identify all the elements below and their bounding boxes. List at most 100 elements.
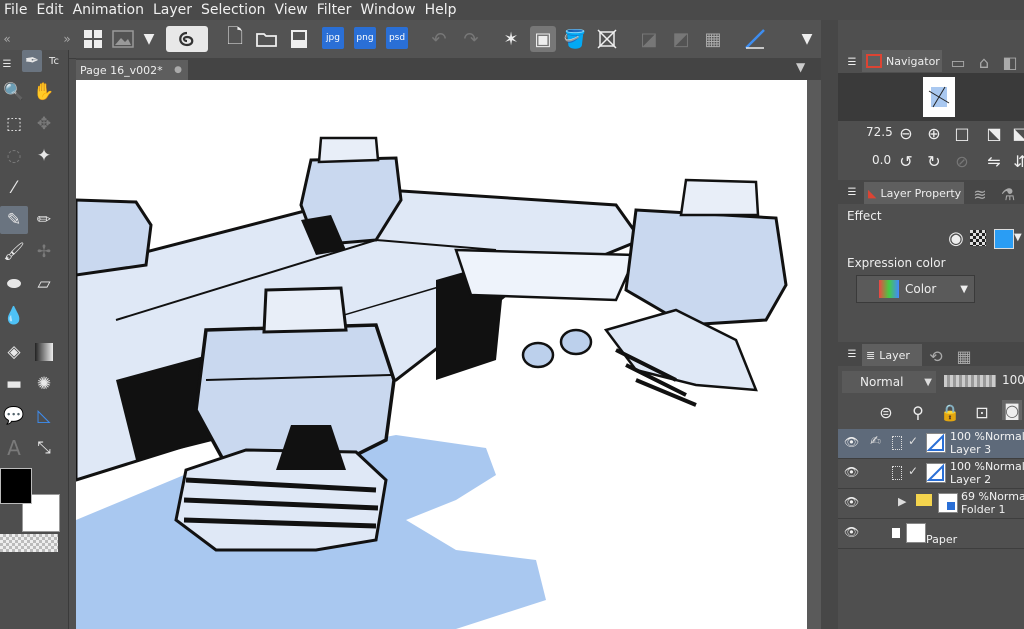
zoom-tool-icon[interactable]: 🔍: [0, 78, 28, 106]
menu-edit[interactable]: Edit: [32, 2, 68, 18]
gradient-tool-icon[interactable]: [30, 338, 58, 366]
reference-layer-icon[interactable]: ⚲: [908, 402, 928, 422]
main-color-swatch[interactable]: [0, 468, 32, 504]
layer-row-folder-1[interactable]: 👁 ▶ 69 %Normal Folder 1: [838, 489, 1024, 519]
visibility-eye-icon[interactable]: 👁: [844, 465, 859, 479]
document-tab[interactable]: Page 16_v002* ●: [76, 60, 188, 80]
export-psd-icon[interactable]: psd: [386, 27, 408, 49]
visibility-eye-icon[interactable]: 👁: [844, 525, 859, 539]
magic-wand-tool-icon[interactable]: ✦: [30, 142, 58, 170]
tab-layer[interactable]: ≣ Layer: [862, 344, 922, 366]
clip-studio-logo-icon[interactable]: [166, 26, 208, 52]
canvas-artwork[interactable]: [76, 80, 807, 629]
menu-filter[interactable]: Filter: [313, 2, 357, 18]
menu-help[interactable]: Help: [421, 2, 462, 18]
bucket-fill-icon[interactable]: 🪣: [562, 26, 588, 52]
tab-menu-icon[interactable]: ▼: [796, 60, 805, 74]
check-icon[interactable]: ✓: [908, 464, 918, 478]
export-jpg-icon[interactable]: jpg: [322, 27, 344, 49]
menu-animation[interactable]: Animation: [69, 2, 149, 18]
pen-tab-icon[interactable]: ✒: [22, 50, 42, 72]
menu-view[interactable]: View: [271, 2, 313, 18]
opacity-slider[interactable]: [944, 375, 996, 387]
fit-width-icon[interactable]: ⬔: [984, 123, 1004, 143]
tone-effect-icon[interactable]: [970, 230, 986, 246]
decoration-tool-icon[interactable]: ✢: [30, 238, 58, 266]
zoom-in-icon[interactable]: ⊕: [924, 123, 944, 143]
flip-vertical-icon[interactable]: ⇵: [1010, 151, 1024, 171]
fill-selection-icon[interactable]: ▣: [530, 26, 556, 52]
navigator-preview[interactable]: [838, 73, 1024, 121]
grid-view-icon[interactable]: [80, 26, 106, 52]
frame-border-tool-icon[interactable]: ✺: [30, 370, 58, 398]
menu-layer[interactable]: Layer: [149, 2, 197, 18]
eraser-tool-icon[interactable]: ▱: [30, 270, 58, 298]
export-png-icon[interactable]: png: [354, 27, 376, 49]
layer-color-effect-icon[interactable]: [994, 229, 1014, 249]
clip-to-layer-below-icon[interactable]: ⊜: [876, 402, 896, 422]
undo-icon[interactable]: ↶: [426, 26, 452, 52]
dropdown-arrow-icon[interactable]: ▼: [136, 26, 162, 52]
transform-icon[interactable]: [594, 26, 620, 52]
open-folder-icon[interactable]: [254, 26, 280, 52]
rotation-value[interactable]: 0.0: [872, 153, 891, 167]
lock-transparency-icon[interactable]: ⊡: [972, 402, 992, 422]
pen-tool-icon[interactable]: ✎: [0, 206, 28, 234]
transparent-color-swatch[interactable]: [0, 534, 58, 552]
rotate-right-icon[interactable]: ↻: [924, 151, 944, 171]
airbrush-tool-icon[interactable]: ⬬: [0, 270, 28, 298]
expand-folder-icon[interactable]: ▶: [898, 495, 906, 508]
tab-navigator[interactable]: Navigator: [862, 50, 942, 72]
actual-size-icon[interactable]: ⬕: [1010, 123, 1024, 143]
layer-row-layer-3[interactable]: 👁 ✍ ✓ 100 %Normal Layer 3: [838, 429, 1024, 459]
selection-border-icon[interactable]: ▦: [700, 26, 726, 52]
lock-layer-icon[interactable]: 🔒: [940, 402, 960, 422]
check-icon[interactable]: ✓: [908, 434, 918, 448]
new-file-icon[interactable]: 🗋: [222, 24, 248, 52]
ruler-tool-icon[interactable]: ◺: [30, 402, 58, 430]
image-icon[interactable]: [110, 26, 136, 52]
visibility-eye-icon[interactable]: 👁: [844, 435, 859, 449]
layer-search-tab-icon[interactable]: ▦: [954, 346, 974, 366]
rotate-left-icon[interactable]: ↺: [896, 151, 916, 171]
redo-icon[interactable]: ↷: [458, 26, 484, 52]
panel-divider[interactable]: [821, 20, 838, 629]
flip-horizontal-icon[interactable]: ⇋: [984, 151, 1004, 171]
menu-selection[interactable]: Selection: [197, 2, 271, 18]
tab-layer-property[interactable]: ◣ Layer Property: [864, 182, 964, 204]
info-tab-icon[interactable]: ◧: [1000, 52, 1020, 72]
correct-line-tool-icon[interactable]: ⤡: [30, 434, 58, 462]
eyedropper-tool-icon[interactable]: ⁄: [0, 174, 28, 202]
brush-tool-icon[interactable]: 🖌: [0, 238, 28, 266]
zoom-out-icon[interactable]: ⊖: [896, 123, 916, 143]
move-layer-tool-icon[interactable]: ✥: [30, 110, 58, 138]
zoom-value[interactable]: 72.5: [866, 125, 893, 139]
hand-tool-icon[interactable]: ✋: [30, 78, 58, 106]
save-icon[interactable]: [286, 26, 312, 52]
text-tool-icon[interactable]: A: [0, 434, 28, 462]
toolbar-menu-icon[interactable]: ▼: [794, 26, 820, 52]
pencil-tool-icon[interactable]: ✏: [30, 206, 58, 234]
layer-panel-menu-icon[interactable]: ☰: [842, 344, 862, 364]
reset-rotation-icon[interactable]: ⊘: [952, 151, 972, 171]
tone-property-tab-icon[interactable]: ≋: [970, 184, 990, 204]
draft-marker-icon[interactable]: [892, 436, 902, 450]
effect-dropdown-icon[interactable]: ▼: [1014, 232, 1022, 243]
ruler-snap-icon[interactable]: [742, 26, 768, 52]
animation-cels-tab-icon[interactable]: ⟲: [926, 346, 946, 366]
fit-size-icon[interactable]: □: [952, 123, 972, 143]
blend-mode-select[interactable]: Normal ▼: [842, 371, 936, 393]
collapse-toolbar-icon[interactable]: »: [60, 26, 74, 52]
mask-enable-icon[interactable]: ◙: [1002, 400, 1022, 420]
opacity-value[interactable]: 100: [1002, 373, 1024, 387]
navigator-menu-icon[interactable]: ☰: [842, 52, 862, 72]
invert-selection-icon[interactable]: ◩: [668, 26, 694, 52]
palette-menu-icon[interactable]: ☰: [0, 50, 14, 78]
layer-row-paper[interactable]: 👁 Paper: [838, 519, 1024, 549]
balloon-tool-icon[interactable]: 💬: [0, 402, 28, 430]
layer-row-layer-2[interactable]: 👁 ✓ 100 %Normal Layer 2: [838, 459, 1024, 489]
blend-tool-icon[interactable]: 💧: [0, 302, 28, 330]
menu-window[interactable]: Window: [356, 2, 420, 18]
material-tab-icon[interactable]: ⌂: [974, 52, 994, 72]
layer-property-menu-icon[interactable]: ☰: [842, 182, 862, 202]
